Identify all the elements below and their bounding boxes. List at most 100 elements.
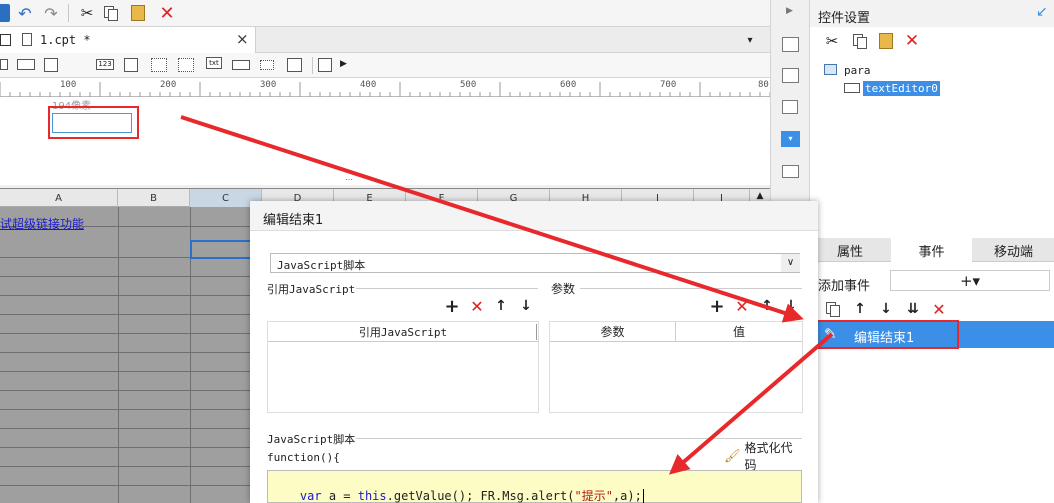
parameter-canvas[interactable]: 194像素 ⋯ xyxy=(0,97,770,185)
code-keyword: var xyxy=(299,489,322,503)
delete-event-icon[interactable]: ✕ xyxy=(930,300,948,319)
tab-bar: 属性 事件 移动端 xyxy=(810,238,1054,262)
undo-icon[interactable]: ↶ xyxy=(14,3,36,23)
move-up-icon[interactable]: ↑ xyxy=(852,300,868,318)
ruler: 100 200 300 400 500 600 700 80 xyxy=(0,78,770,97)
checkbox-icon[interactable] xyxy=(260,60,274,70)
move-down-icon[interactable]: ↓ xyxy=(518,297,534,315)
redo-icon[interactable]: ↷ xyxy=(40,3,62,23)
grid-row-line xyxy=(0,295,250,296)
chevron-down-icon: ∨ xyxy=(781,254,800,272)
grid-icon xyxy=(0,34,11,46)
tree-child-icon xyxy=(844,83,860,93)
document-tab-title: 1.cpt * xyxy=(40,33,91,47)
grid-row-line xyxy=(0,485,250,486)
move-up-icon[interactable]: ↑ xyxy=(493,297,509,315)
copy-icon-back xyxy=(857,37,867,49)
tab-mobile[interactable]: 移动端 xyxy=(973,238,1054,262)
selected-cell-c2[interactable] xyxy=(190,240,252,259)
grid-row-line xyxy=(0,466,250,467)
date-icon[interactable] xyxy=(44,58,58,72)
file-icon xyxy=(22,33,32,46)
code-text: .getValue(); FR.Msg.alert( xyxy=(386,489,575,503)
close-tab-icon[interactable]: × xyxy=(236,30,249,48)
script-type-select[interactable]: JavaScript脚本 ∨ xyxy=(270,253,800,273)
more-widgets-icon[interactable] xyxy=(318,58,332,72)
widget-toolbar: 123 txt ▶ xyxy=(0,53,770,78)
cut-icon[interactable]: ✂ xyxy=(822,31,842,51)
paste-icon[interactable] xyxy=(879,33,893,49)
events-panel: 属性 事件 移动端 添加事件 +▾ ↑ ↓ ⇊ ✕ ✎ 编辑结束1 xyxy=(810,238,1054,503)
hyperlink-text[interactable]: 试超级链接功能 xyxy=(0,215,84,232)
column-header[interactable]: A xyxy=(0,189,118,207)
document-tab[interactable]: 1.cpt * × xyxy=(0,27,256,53)
dialog-titlebar: 编辑结束1 xyxy=(250,201,818,231)
checkbox-group-icon[interactable] xyxy=(178,58,194,72)
tab-properties[interactable]: 属性 xyxy=(810,238,890,262)
grid-row-line xyxy=(0,390,250,391)
password-icon[interactable] xyxy=(232,60,250,70)
radio-group-icon[interactable] xyxy=(151,58,167,72)
delete-icon[interactable]: ✕ xyxy=(156,3,178,24)
crop-icon[interactable] xyxy=(782,100,798,114)
brush-icon: 🖌 xyxy=(724,448,741,464)
toolbar-divider xyxy=(312,57,313,74)
cut-icon[interactable]: ✂ xyxy=(76,3,98,23)
grid-row-line xyxy=(0,276,250,277)
move-down-icon[interactable]: ↓ xyxy=(783,297,799,315)
add-param-icon[interactable]: + xyxy=(709,296,725,317)
grid-row-line xyxy=(0,333,250,334)
grid-row-line xyxy=(0,352,250,353)
dropdown-menu-icon[interactable]: ▾ xyxy=(742,31,758,49)
tree-view-icon[interactable] xyxy=(782,68,799,83)
params-header-value: 值 xyxy=(676,322,802,342)
ref-js-table[interactable]: 引用JavaScript xyxy=(267,321,539,413)
column-header[interactable]: B xyxy=(118,189,190,207)
grid-row-line xyxy=(0,371,250,372)
remove-param-icon[interactable]: ✕ xyxy=(734,297,750,316)
grid-row-line xyxy=(0,428,250,429)
list-icon[interactable] xyxy=(782,165,799,178)
code-text: ,a); xyxy=(612,489,642,503)
tree-root-label[interactable]: para xyxy=(844,64,871,77)
tree-root-icon xyxy=(824,64,837,75)
params-table[interactable]: 参数 值 xyxy=(549,321,803,413)
move-bottom-icon[interactable]: ⇊ xyxy=(904,300,922,318)
textarea-icon[interactable] xyxy=(124,58,138,72)
edit-event-dialog: 编辑结束1 JavaScript脚本 ∨ 引用JavaScript 参数 + ✕… xyxy=(250,201,818,503)
combobox-icon[interactable] xyxy=(17,59,35,70)
tree-child-label[interactable]: textEditor0 xyxy=(863,81,940,96)
script-type-value: JavaScript脚本 xyxy=(277,259,366,272)
collapse-arrow-icon[interactable]: ▶ xyxy=(786,6,793,16)
add-event-label: 添加事件 xyxy=(818,279,871,294)
ref-js-table-header: 引用JavaScript xyxy=(268,322,538,342)
params-section-label: 参数 xyxy=(551,282,576,296)
expand-panel-icon[interactable]: ↙ xyxy=(1036,4,1048,20)
code-text: a = xyxy=(321,489,358,503)
pane-splitter-handle[interactable]: ⋯ xyxy=(340,176,358,184)
widget-icon-1[interactable] xyxy=(0,59,8,70)
params-divider xyxy=(580,288,802,289)
cell-a1[interactable]: 试超级链接功能 xyxy=(0,209,118,237)
code-editor[interactable]: var a = this.getValue(); FR.Msg.alert("提… xyxy=(267,470,802,503)
add-event-button[interactable]: +▾ xyxy=(890,270,1050,291)
expand-arrow-icon[interactable]: ▶ xyxy=(340,59,347,69)
remove-ref-js-icon[interactable]: ✕ xyxy=(469,297,485,316)
widget-settings-icon[interactable]: ▾ xyxy=(781,131,800,147)
layout-icon[interactable] xyxy=(782,37,799,52)
paste-icon[interactable] xyxy=(131,5,145,21)
document-tab-bar: 1.cpt * × ▾ xyxy=(0,27,770,53)
move-up-icon[interactable]: ↑ xyxy=(759,297,775,315)
tree-icon[interactable] xyxy=(287,58,302,72)
tab-events[interactable]: 事件 xyxy=(891,238,972,262)
panel-header: 控件设置 ↙ xyxy=(810,0,1054,27)
copy-icon-back xyxy=(108,9,118,21)
delete-icon[interactable]: ✕ xyxy=(902,31,922,51)
number-icon[interactable]: 123 xyxy=(96,59,114,70)
text-cursor xyxy=(642,489,644,503)
format-code-button[interactable]: 🖌 格式化代码 xyxy=(724,441,804,472)
add-ref-js-icon[interactable]: + xyxy=(444,296,460,317)
move-down-icon[interactable]: ↓ xyxy=(878,300,894,318)
label-icon[interactable]: txt xyxy=(206,57,222,69)
save-icon[interactable] xyxy=(0,4,10,22)
